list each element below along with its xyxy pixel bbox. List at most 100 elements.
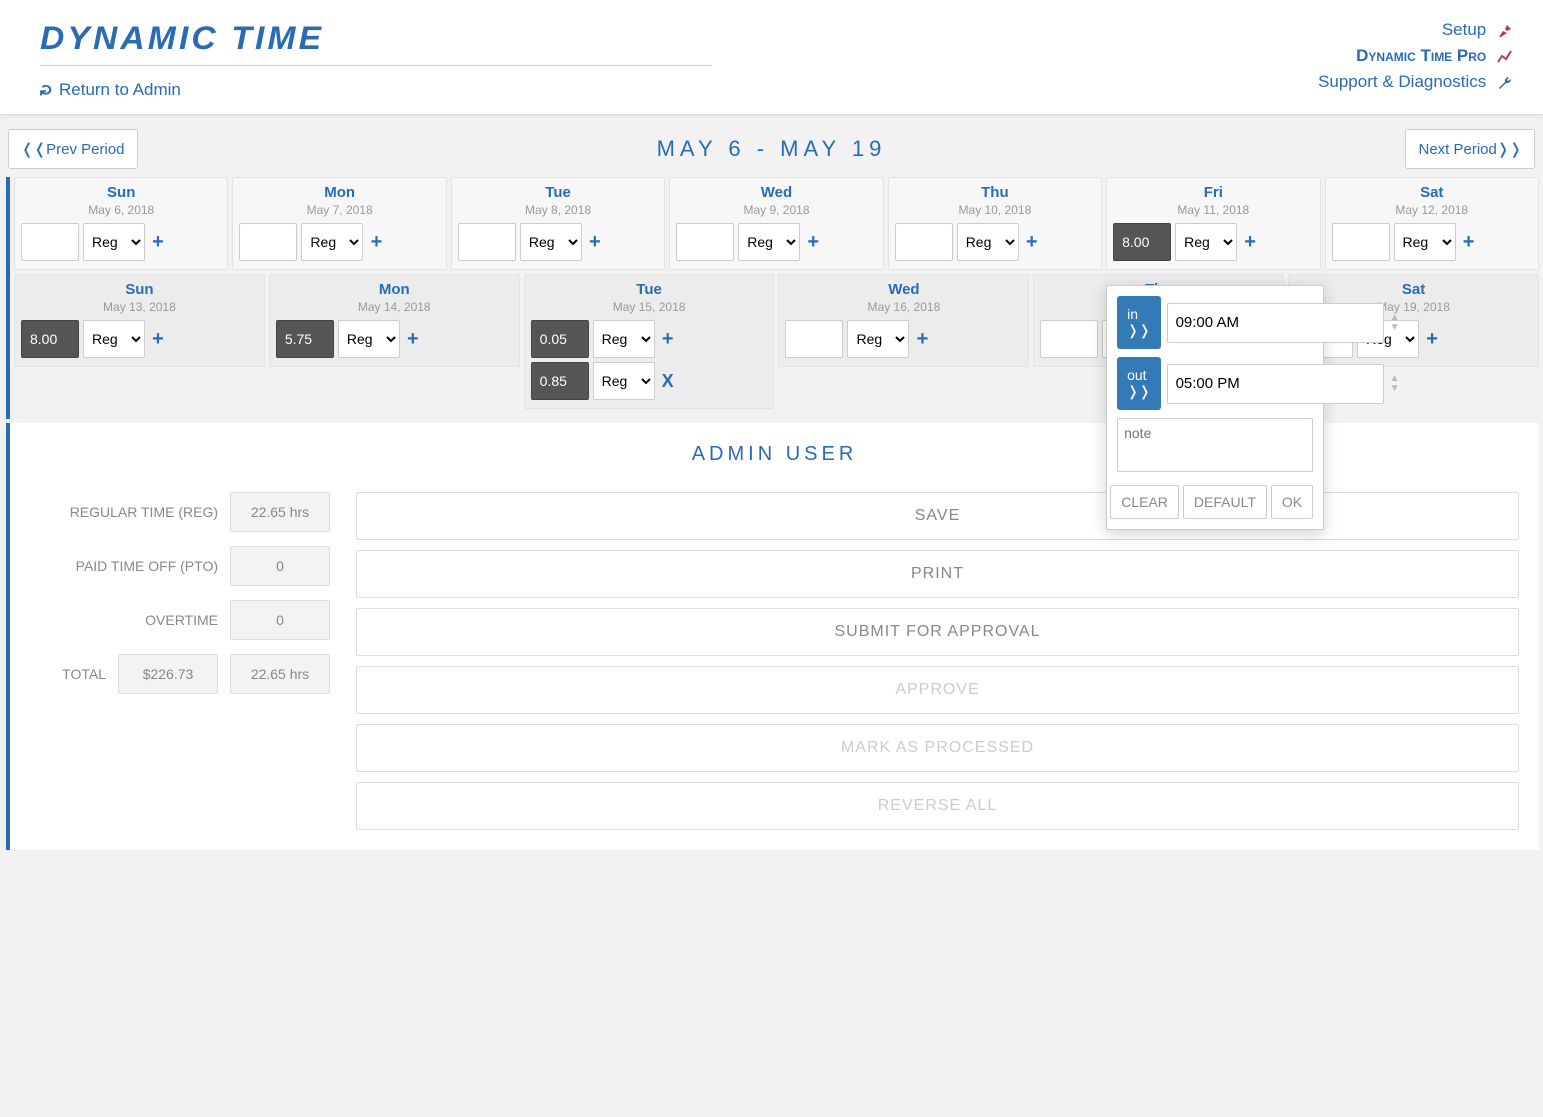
regular-time-value: 22.65 hrs (230, 492, 330, 532)
remove-entry-button[interactable]: X (659, 371, 677, 392)
day-date: May 15, 2018 (531, 300, 768, 314)
print-button[interactable]: PRINT (356, 550, 1519, 598)
next-period-button[interactable]: Next Period❭❭ (1405, 129, 1535, 169)
admin-body: REGULAR TIME (REG) 22.65 hrs PAID TIME O… (30, 492, 1519, 830)
type-select[interactable]: Reg (338, 320, 400, 358)
day-name: Wed (785, 281, 1022, 298)
default-button[interactable]: DEFAULT (1183, 485, 1267, 519)
out-badge[interactable]: out ❭❭ (1117, 357, 1160, 410)
time-entry-popover: in ❭❭ ▲▼ out ❭❭ ▲▼ CLEAR DEFAULT OK (1106, 285, 1324, 530)
setup-link[interactable]: Setup (1318, 20, 1513, 40)
out-row: out ❭❭ ▲▼ (1117, 357, 1313, 410)
pro-label: Dynamic Time Pro (1356, 46, 1486, 65)
hours-input[interactable] (239, 223, 297, 261)
overtime-value: 0 (230, 600, 330, 640)
add-entry-button[interactable]: + (659, 328, 677, 351)
approve-button[interactable]: APPROVE (356, 666, 1519, 714)
total-label: TOTAL (62, 666, 106, 682)
mark-processed-button[interactable]: MARK AS PROCESSED (356, 724, 1519, 772)
day-name: Tue (458, 184, 658, 201)
total-money: $226.73 (118, 654, 218, 694)
type-select[interactable]: Reg (301, 223, 363, 261)
add-entry-button[interactable]: + (149, 328, 167, 351)
type-select[interactable]: Reg (957, 223, 1019, 261)
add-entry-button[interactable]: + (586, 231, 604, 254)
save-button[interactable]: SAVE (356, 492, 1519, 540)
prev-period-button[interactable]: ❬❬Prev Period (8, 129, 138, 169)
total-hours: 22.65 hrs (230, 654, 330, 694)
entry-row: Reg+ (1332, 223, 1532, 261)
hours-input[interactable] (1332, 223, 1390, 261)
day-cell: Thu May 10, 2018 Reg+ (888, 177, 1102, 270)
add-entry-button[interactable]: + (1023, 231, 1041, 254)
regular-time-row: REGULAR TIME (REG) 22.65 hrs (30, 492, 330, 532)
entry-row: Reg+ (458, 223, 658, 261)
add-entry-button[interactable]: + (1423, 328, 1441, 351)
day-date: May 8, 2018 (458, 203, 658, 217)
popover-buttons: CLEAR DEFAULT OK (1117, 485, 1313, 519)
header: DYNAMIC TIME ↻ Return to Admin Setup Dyn… (0, 0, 1543, 115)
type-select[interactable]: Reg (593, 320, 655, 358)
type-select[interactable]: Reg (593, 362, 655, 400)
entry-row: Reg+ (895, 223, 1095, 261)
hours-input[interactable] (676, 223, 734, 261)
hours-input[interactable] (895, 223, 953, 261)
day-date: May 9, 2018 (676, 203, 876, 217)
add-entry-button[interactable]: + (404, 328, 422, 351)
pro-link[interactable]: Dynamic Time Pro (1318, 46, 1513, 66)
note-input[interactable] (1117, 418, 1313, 472)
add-entry-button[interactable]: + (1241, 231, 1259, 254)
day-date: May 12, 2018 (1332, 203, 1532, 217)
in-badge[interactable]: in ❭❭ (1117, 296, 1160, 349)
regular-time-label: REGULAR TIME (REG) (70, 504, 218, 520)
hours-input[interactable] (785, 320, 843, 358)
reverse-all-button[interactable]: REVERSE ALL (356, 782, 1519, 830)
day-cell: Tue May 8, 2018 Reg+ (451, 177, 665, 270)
entry-row: Reg+ (239, 223, 439, 261)
in-time-input[interactable] (1167, 303, 1384, 343)
support-label: Support & Diagnostics (1318, 72, 1486, 91)
add-entry-button[interactable]: + (804, 231, 822, 254)
submit-button[interactable]: SUBMIT FOR APPROVAL (356, 608, 1519, 656)
day-cell: SunMay 6, 2018Reg+ (14, 177, 228, 270)
entry-row: Reg+ (676, 223, 876, 261)
refresh-icon: ↻ (37, 84, 57, 97)
type-select[interactable]: Reg (83, 223, 145, 261)
entry-row: Reg+ (21, 223, 221, 261)
day-cell: Mon May 14, 2018 Reg+ (269, 274, 520, 367)
clear-button[interactable]: CLEAR (1110, 485, 1179, 519)
day-date: May 10, 2018 (895, 203, 1095, 217)
ok-button[interactable]: OK (1271, 485, 1313, 519)
out-time-input[interactable] (1167, 364, 1384, 404)
hours-input[interactable] (21, 320, 79, 358)
day-date: May 14, 2018 (276, 300, 513, 314)
in-row: in ❭❭ ▲▼ (1117, 296, 1313, 349)
add-entry-button[interactable]: + (367, 231, 385, 254)
hours-input[interactable] (1113, 223, 1171, 261)
return-to-admin-link[interactable]: ↻ Return to Admin (40, 80, 680, 100)
type-select[interactable]: Reg (83, 320, 145, 358)
in-spinner[interactable]: ▲▼ (1390, 314, 1400, 332)
type-select[interactable]: Reg (847, 320, 909, 358)
add-entry-button[interactable]: + (913, 328, 931, 351)
type-select[interactable]: Reg (738, 223, 800, 261)
type-select[interactable]: Reg (1175, 223, 1237, 261)
hours-input[interactable] (276, 320, 334, 358)
day-name: Mon (276, 281, 513, 298)
out-spinner[interactable]: ▲▼ (1390, 375, 1400, 393)
type-select[interactable]: Reg (1394, 223, 1456, 261)
actions-column: SAVE PRINT SUBMIT FOR APPROVAL APPROVE M… (356, 492, 1519, 830)
setup-label: Setup (1442, 20, 1486, 39)
hours-input[interactable] (1040, 320, 1098, 358)
support-link[interactable]: Support & Diagnostics (1318, 72, 1513, 92)
add-entry-button[interactable]: + (1460, 231, 1478, 254)
hours-input[interactable] (458, 223, 516, 261)
day-name: Fri (1113, 184, 1313, 201)
type-select[interactable]: Reg (520, 223, 582, 261)
hours-input[interactable] (531, 320, 589, 358)
day-name: Thu (895, 184, 1095, 201)
day-name: Sat (1332, 184, 1532, 201)
hours-input[interactable] (21, 223, 79, 261)
add-entry-button[interactable]: + (149, 231, 167, 254)
hours-input[interactable] (531, 362, 589, 400)
